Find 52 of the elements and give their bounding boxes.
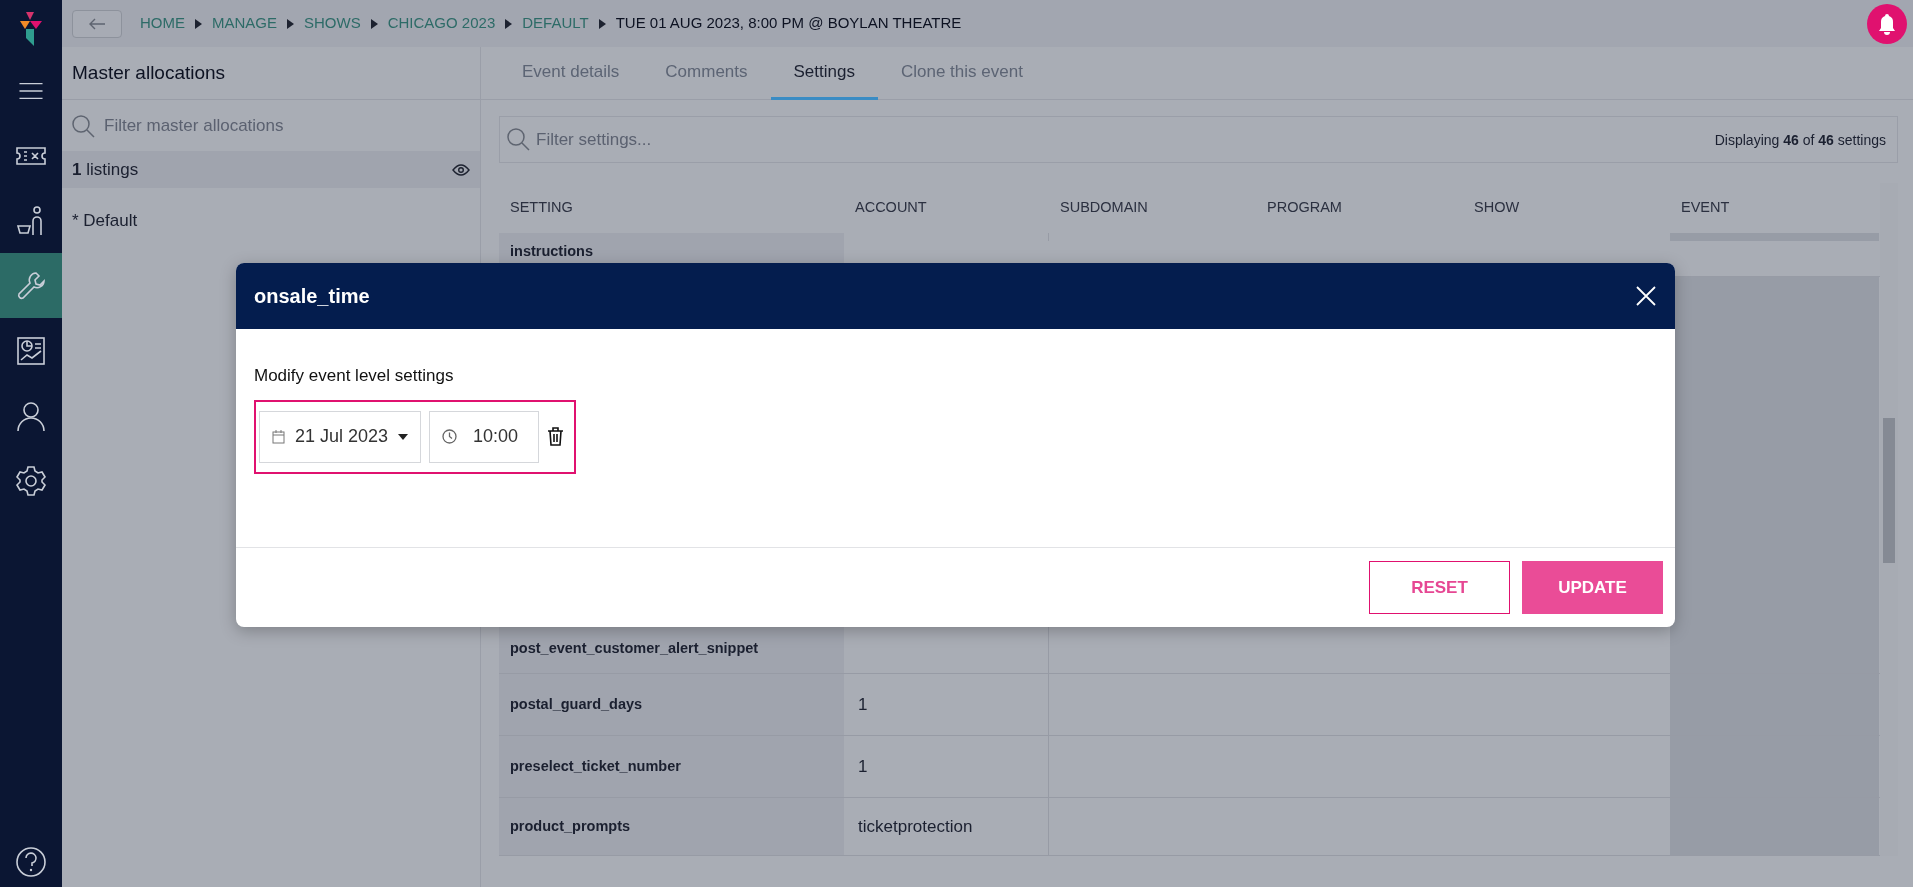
field-label: Modify event level settings [254, 365, 455, 387]
column-header: SUBDOMAIN [1059, 198, 1149, 218]
arrow-left-icon [88, 17, 106, 30]
table-cell: instructions [499, 233, 844, 263]
tab[interactable]: Settings [770, 47, 878, 100]
breadcrumb-link[interactable]: SHOWS [304, 12, 361, 35]
tab[interactable]: Comments [642, 47, 771, 100]
clock-icon [442, 429, 458, 444]
update-button[interactable]: UPDATE [1522, 561, 1663, 614]
breadcrumb-link[interactable]: HOME [140, 12, 185, 35]
table-cell: product_prompts [499, 798, 844, 855]
reset-button[interactable]: RESET [1369, 561, 1510, 614]
date-picker[interactable]: 21 Jul 2023 [259, 410, 422, 463]
column-header: SETTING [509, 198, 574, 218]
table-cell: preselect_ticket_number [499, 736, 844, 797]
chevron-icon [287, 18, 294, 29]
chevron-icon [370, 18, 378, 29]
time-field[interactable]: 10:00 [429, 410, 540, 463]
listings-count: 1 listings [72, 158, 139, 181]
trash-icon[interactable] [547, 427, 565, 446]
current-page-title: TUE 01 AUG 2023, 8:00 PM @ BOYLAN THEATRE [615, 13, 962, 34]
table-cell: postal_guard_days [499, 674, 844, 735]
panel-title: Master allocations [62, 47, 480, 100]
help-icon[interactable] [14, 845, 48, 879]
caret-icon [398, 433, 409, 440]
column-header: PROGRAM [1266, 198, 1343, 218]
chevron-icon [598, 18, 606, 29]
table-cell: 1 [844, 674, 1049, 735]
breadcrumb-link[interactable]: DEFAULT [522, 12, 589, 35]
breadcrumb-link[interactable]: MANAGE [212, 12, 277, 35]
column-header: ACCOUNT [854, 198, 928, 218]
chevron-icon [195, 18, 202, 29]
settings-count: Displaying 46 of 46 settings [1714, 131, 1886, 150]
column-header: EVENT [1680, 198, 1731, 218]
table-cell: 1 [844, 736, 1049, 797]
breadcrumb-link[interactable]: CHICAGO 2023 [387, 12, 496, 35]
table-cell: ticketprotection [844, 798, 1049, 855]
search-icon [505, 126, 531, 152]
notification-bell-icon[interactable] [1867, 3, 1907, 44]
tab[interactable]: Event details [499, 47, 643, 100]
eye-icon[interactable] [452, 163, 470, 176]
search-field[interactable]: Filter master allocations [102, 111, 480, 140]
search-icon [70, 112, 96, 139]
column-header: SHOW [1473, 198, 1521, 218]
calendar-icon [272, 429, 285, 444]
dialog-title: onsale_time [254, 284, 370, 308]
allocation-item[interactable]: * Default [72, 211, 138, 230]
close-icon[interactable] [1635, 285, 1657, 307]
table-cell: post_event_customer_alert_snippet [499, 624, 844, 673]
logo-icon [20, 12, 42, 46]
chevron-icon [505, 18, 513, 29]
tab[interactable]: Clone this event [877, 47, 1046, 100]
